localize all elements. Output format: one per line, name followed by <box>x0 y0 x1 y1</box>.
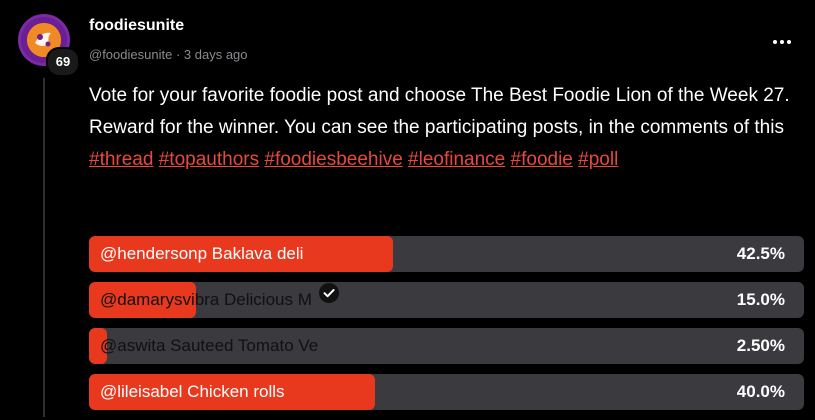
poll-option-1[interactable]: @hendersonp Baklava deli 42.5% <box>89 236 804 272</box>
post-time: 3 days ago <box>183 47 248 62</box>
poll-option-label: @lileisabel Chicken rolls <box>100 382 285 401</box>
post-text: Vote for your favorite foodie post and c… <box>89 85 790 138</box>
poll-option-label: @damarysvibra Delicious M <box>100 282 340 318</box>
more-dot <box>780 40 784 44</box>
hashtag-poll[interactable]: #poll <box>578 149 618 170</box>
hashtag-thread[interactable]: #thread <box>89 149 153 170</box>
poll-option-percent: 2.50% <box>736 336 785 355</box>
post-body: Vote for your favorite foodie post and c… <box>89 80 804 176</box>
hashtag-foodie[interactable]: #foodie <box>511 149 573 170</box>
poll-option-label-text: @damarysvibra Delicious M <box>100 290 312 309</box>
poll-option-label: @aswita Sauteed Tomato Ve <box>100 336 319 355</box>
poll-option-percent: 15.0% <box>736 290 785 309</box>
more-horizontal-icon <box>773 40 777 44</box>
poll-option-4[interactable]: @lileisabel Chicken rolls 40.0% <box>89 374 804 410</box>
more-dot <box>787 40 791 44</box>
poll-option-2[interactable]: @damarysvibra Delicious M 15.0% <box>89 282 804 318</box>
verified-check-icon <box>318 282 340 317</box>
poll-option-percent: 42.5% <box>736 244 785 263</box>
poll-option-percent: 40.0% <box>736 382 785 401</box>
more-options-button[interactable] <box>770 30 794 54</box>
hashtag-leofinance[interactable]: #leofinance <box>408 149 505 170</box>
poll-option-3[interactable]: @aswita Sauteed Tomato Ve 2.50% <box>89 328 804 364</box>
hashtag-foodiesbeehive[interactable]: #foodiesbeehive <box>264 149 402 170</box>
meta-separator: · <box>175 47 181 62</box>
author-name[interactable]: foodiesunite <box>89 17 184 35</box>
author-handle[interactable]: @foodiesunite <box>89 47 172 62</box>
poll: @hendersonp Baklava deli 42.5% @damarysv… <box>89 236 804 420</box>
reputation-badge: 69 <box>46 47 80 77</box>
hashtag-topauthors[interactable]: #topauthors <box>159 149 259 170</box>
thread-line <box>43 78 45 417</box>
post-meta: @foodiesunite · 3 days ago <box>89 47 248 62</box>
poll-option-label: @hendersonp Baklava deli <box>100 244 304 263</box>
